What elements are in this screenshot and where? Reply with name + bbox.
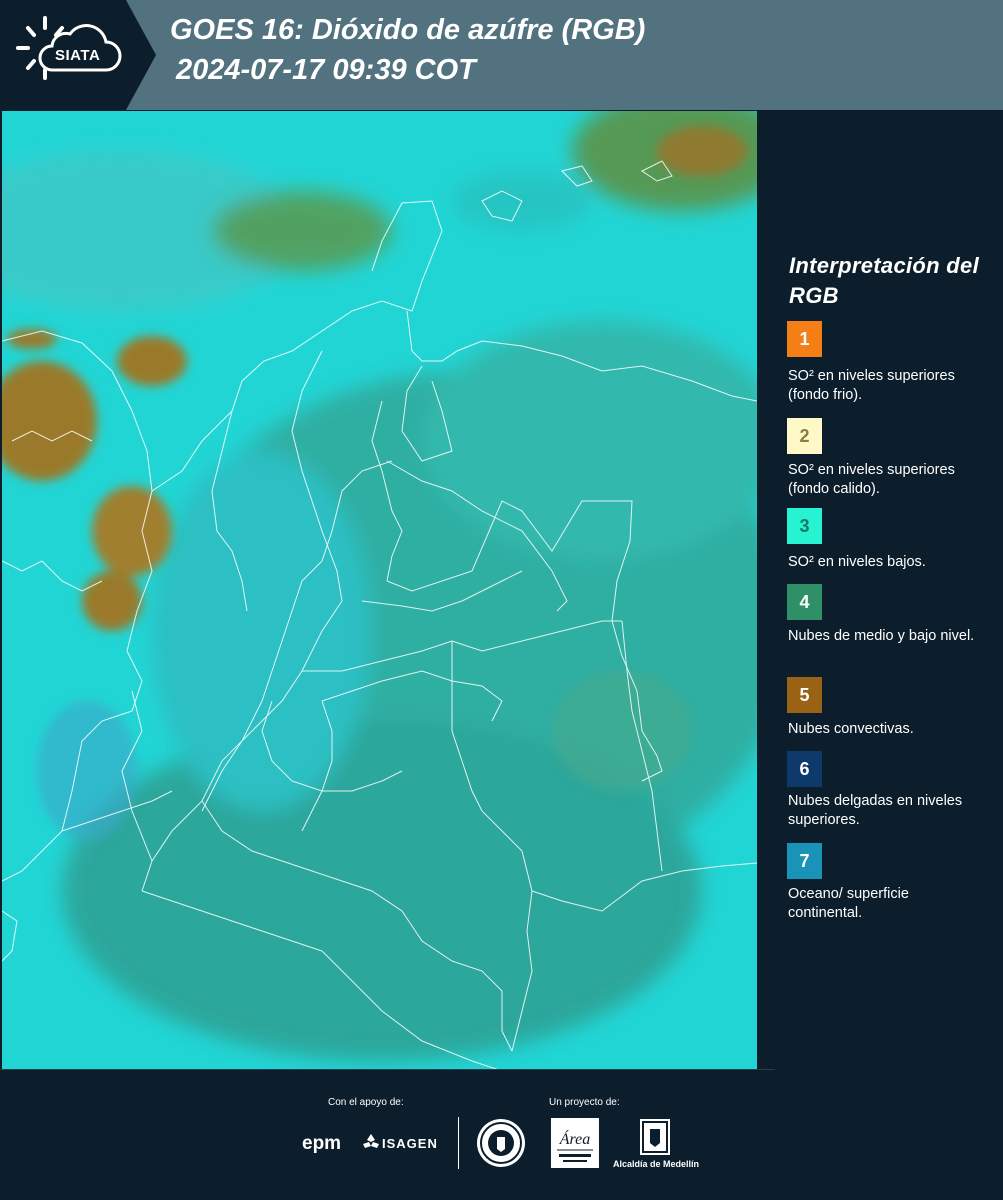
legend-desc-1: SO² en niveles superiores (fondo frio). [788,368,955,403]
page-title: GOES 16: Dióxido de azúfre (RGB) [170,14,646,46]
legend-desc-6: Nubes delgadas en niveles superiores. [788,793,963,828]
legend-desc-5: Nubes convectivas. [788,721,914,737]
legend-desc-4: Nubes de medio y bajo nivel. [788,628,975,644]
footer-vertical-divider [458,1117,459,1169]
logo-text: SIATA [55,47,101,64]
legend-title: Interpretación del RGB [789,253,979,308]
siata-logo[interactable]: SIATA [0,0,150,110]
legend-swatch-number: 6 [799,758,810,779]
rgb-legend: Interpretación del RGB 1 SO² en niveles … [760,111,1003,1069]
legend-swatch-number: 4 [799,591,810,612]
legend-swatch-number: 1 [799,328,810,349]
legend-desc-3: SO² en niveles bajos. [788,554,926,570]
legend-swatch-5: 5 [787,677,822,713]
legend-swatch-7: 7 [787,843,822,879]
legend-swatch-6: 6 [787,751,822,787]
legend-swatch-number: 3 [799,515,810,536]
epm-logo[interactable]: epm [302,1133,341,1155]
legend-swatch-number: 7 [799,850,810,871]
footer: Con el apoyo de: Un proyecto de: epm ISA… [0,1069,1003,1200]
legend-swatch-2: 2 [787,418,822,454]
legend-swatch-4: 4 [787,584,822,620]
support-label: Con el apoyo de: [328,1097,404,1108]
isagen-logo[interactable]: ISAGEN [382,1136,438,1151]
footer-divider-line [0,1069,775,1070]
legend-swatch-number: 2 [799,425,810,446]
header: SIATA GOES 16: Dióxido de azúfre (RGB) 2… [0,0,1003,110]
medellin-seal-icon[interactable] [477,1119,525,1167]
svg-text:Área: Área [559,1129,591,1148]
alcaldia-shield-icon[interactable] [640,1119,670,1155]
alcaldia-label: Alcaldía de Medellín [613,1159,700,1169]
legend-swatch-3: 3 [787,508,822,544]
map-image [2,111,757,1069]
project-label: Un proyecto de: [549,1097,620,1108]
page-timestamp: 2024-07-17 09:39 COT [176,54,476,86]
legend-swatch-number: 5 [799,684,810,705]
legend-desc-7: Oceano/ superficie continental. [788,886,909,921]
area-metropolitana-logo[interactable]: Área [551,1118,599,1168]
legend-desc-2: SO² en niveles superiores (fondo calido)… [788,462,955,497]
satellite-map[interactable] [2,111,757,1069]
isagen-icon [363,1134,379,1148]
legend-swatch-1: 1 [787,321,822,357]
